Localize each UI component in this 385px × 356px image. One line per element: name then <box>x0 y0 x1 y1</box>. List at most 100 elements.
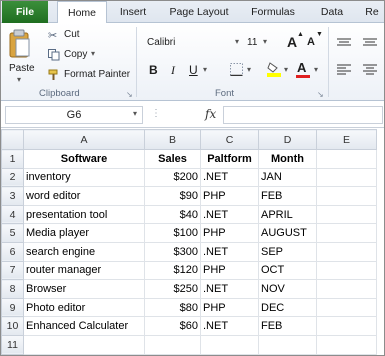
header-cell-software[interactable]: Software <box>23 149 145 169</box>
cell-software[interactable]: inventory <box>23 167 145 188</box>
cell-software[interactable]: Browser <box>23 279 145 299</box>
cell[interactable] <box>316 297 377 318</box>
cell[interactable] <box>316 316 377 336</box>
font-name-dropdown-icon[interactable]: ▾ <box>235 37 239 46</box>
italic-button[interactable]: I <box>171 63 175 78</box>
cell[interactable] <box>316 186 377 206</box>
cell-month[interactable]: JAN <box>258 167 317 188</box>
cell-month[interactable]: NOV <box>258 279 317 299</box>
cell-month[interactable]: OCT <box>258 260 317 281</box>
cell-sales[interactable] <box>144 334 201 355</box>
cell[interactable] <box>316 279 377 299</box>
cell[interactable] <box>316 334 377 355</box>
cell-platform[interactable]: .NET <box>200 316 259 336</box>
cell-software[interactable]: Photo editor <box>23 297 145 318</box>
cell-software[interactable]: Media player <box>23 223 145 243</box>
row-header[interactable]: 2 <box>1 167 24 188</box>
row-header[interactable]: 9 <box>1 297 24 318</box>
cell[interactable] <box>316 223 377 243</box>
font-color-dropdown-icon[interactable]: ▾ <box>314 65 318 74</box>
underline-dropdown-icon[interactable]: ▾ <box>203 65 207 74</box>
cell-sales[interactable]: $250 <box>144 279 201 299</box>
row-header[interactable]: 10 <box>1 316 24 336</box>
formula-bar-resize-icon[interactable]: ⋮ <box>151 108 161 119</box>
cell-sales[interactable]: $80 <box>144 297 201 318</box>
cell-platform[interactable]: .NET <box>200 167 259 188</box>
align-center-icon[interactable] <box>363 63 377 75</box>
align-middle-icon[interactable] <box>363 35 377 46</box>
shrink-font-button[interactable]: A <box>307 36 315 48</box>
cell[interactable] <box>316 167 377 188</box>
cell-platform[interactable]: .NET <box>200 279 259 299</box>
name-box-dropdown-icon[interactable]: ▾ <box>133 109 137 118</box>
copy-button[interactable]: Copy <box>64 49 87 60</box>
row-header[interactable]: 3 <box>1 186 24 206</box>
cell-platform[interactable]: .NET <box>200 241 259 262</box>
underline-button[interactable]: U <box>189 63 198 77</box>
column-header-a[interactable]: A <box>23 129 145 150</box>
row-header[interactable]: 4 <box>1 204 24 225</box>
row-header[interactable]: 7 <box>1 260 24 281</box>
cell-platform[interactable]: PHP <box>200 223 259 243</box>
tab-file[interactable]: File <box>2 1 48 23</box>
cell-month[interactable]: APRIL <box>258 204 317 225</box>
cell-platform[interactable] <box>200 334 259 355</box>
cell-sales[interactable]: $40 <box>144 204 201 225</box>
row-header[interactable]: 6 <box>1 241 24 262</box>
cell[interactable] <box>316 260 377 281</box>
cell-sales[interactable]: $300 <box>144 241 201 262</box>
header-cell-sales[interactable]: Sales <box>144 149 201 169</box>
cell-software[interactable] <box>23 334 145 355</box>
cell-software[interactable]: word editor <box>23 186 145 206</box>
paste-icon[interactable] <box>9 29 31 59</box>
column-header-d[interactable]: D <box>258 129 317 150</box>
tab-home[interactable]: Home <box>57 1 107 24</box>
font-name-select[interactable]: Calibri <box>147 37 175 48</box>
row-header[interactable]: 5 <box>1 223 24 243</box>
cell-software[interactable]: presentation tool <box>23 204 145 225</box>
column-header-c[interactable]: C <box>200 129 259 150</box>
row-header[interactable]: 8 <box>1 279 24 299</box>
format-painter-button[interactable]: Format Painter <box>64 69 130 80</box>
font-size-select[interactable]: 11 <box>247 37 257 48</box>
cell-sales[interactable]: $120 <box>144 260 201 281</box>
tab-insert[interactable]: Insert <box>109 1 157 23</box>
row-header[interactable]: 11 <box>1 334 24 355</box>
cell-month[interactable]: DEC <box>258 297 317 318</box>
paste-button[interactable]: Paste <box>9 63 35 74</box>
cell-month[interactable]: FEB <box>258 316 317 336</box>
header-cell-month[interactable]: Month <box>258 149 317 169</box>
cell-platform[interactable]: PHP <box>200 297 259 318</box>
font-launcher-icon[interactable]: ↘ <box>317 90 324 99</box>
column-header-e[interactable]: E <box>316 129 377 150</box>
cell-month[interactable]: SEP <box>258 241 317 262</box>
cell-platform[interactable]: .NET <box>200 204 259 225</box>
clipboard-launcher-icon[interactable]: ↘ <box>126 90 133 99</box>
font-size-dropdown-icon[interactable]: ▾ <box>263 37 267 46</box>
paste-dropdown-icon[interactable]: ▾ <box>17 75 21 84</box>
align-top-icon[interactable] <box>337 35 351 46</box>
grow-font-button[interactable]: A <box>287 34 297 50</box>
borders-dropdown-icon[interactable]: ▾ <box>247 65 251 74</box>
formula-input[interactable] <box>223 106 383 124</box>
copy-dropdown-icon[interactable]: ▾ <box>91 49 95 58</box>
fill-color-dropdown-icon[interactable]: ▾ <box>284 65 288 74</box>
align-left-icon[interactable] <box>337 63 351 75</box>
tab-page-layout[interactable]: Page Layout <box>161 1 237 23</box>
cell-platform[interactable]: PHP <box>200 260 259 281</box>
select-all-corner[interactable] <box>1 129 24 150</box>
row-header[interactable]: 1 <box>1 149 24 169</box>
cell-sales[interactable]: $60 <box>144 316 201 336</box>
cell-software[interactable]: search engine <box>23 241 145 262</box>
cell-month[interactable] <box>258 334 317 355</box>
cell[interactable] <box>316 149 377 169</box>
cell-month[interactable]: AUGUST <box>258 223 317 243</box>
tab-data[interactable]: Data <box>309 1 355 23</box>
cell[interactable] <box>316 241 377 262</box>
column-header-b[interactable]: B <box>144 129 201 150</box>
cell-sales[interactable]: $90 <box>144 186 201 206</box>
header-cell-platform[interactable]: Paltform <box>200 149 259 169</box>
font-color-button[interactable]: A <box>297 60 306 75</box>
cell-platform[interactable]: PHP <box>200 186 259 206</box>
borders-icon[interactable] <box>230 63 243 77</box>
